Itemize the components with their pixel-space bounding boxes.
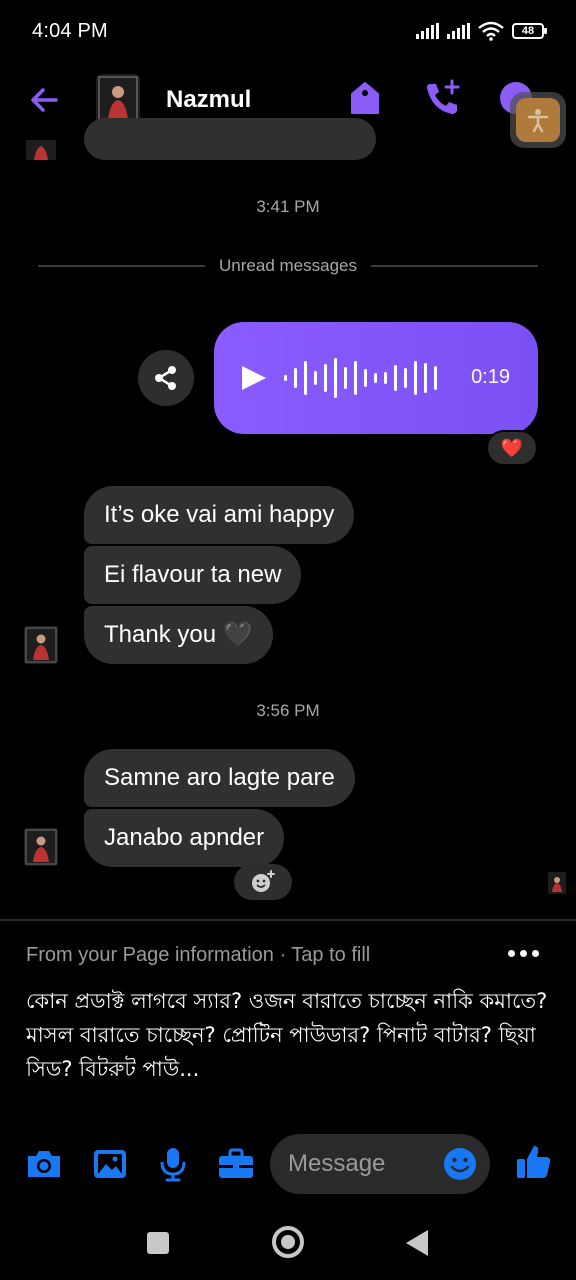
separator xyxy=(0,919,576,921)
recent-apps-button[interactable] xyxy=(147,1232,169,1254)
previous-message-bubble[interactable] xyxy=(84,118,376,160)
unread-label: Unread messages xyxy=(219,256,357,275)
back-arrow-icon[interactable] xyxy=(26,82,62,118)
message-bubble[interactable]: Janabo apnder xyxy=(84,809,285,867)
tag-icon[interactable] xyxy=(348,80,382,116)
wifi-icon xyxy=(478,21,504,41)
suggestion-heading[interactable]: From your Page information · Tap to fill xyxy=(26,944,370,967)
battery-icon: 48 xyxy=(512,23,547,39)
voice-duration: 0:19 xyxy=(471,366,510,388)
message-bubble[interactable]: Thank you 🖤 xyxy=(84,606,273,664)
more-options-icon[interactable] xyxy=(508,946,542,960)
waveform[interactable] xyxy=(284,358,437,398)
status-icons: 48 xyxy=(416,21,547,41)
message-input[interactable] xyxy=(288,1134,438,1194)
signal-icon xyxy=(416,23,439,39)
contact-name[interactable]: Nazmul xyxy=(166,86,251,114)
accessibility-icon xyxy=(516,98,560,142)
home-button[interactable] xyxy=(272,1226,304,1258)
emoji-icon[interactable] xyxy=(442,1146,478,1182)
add-call-icon[interactable] xyxy=(422,78,462,118)
message-bubble[interactable]: Ei flavour ta new xyxy=(84,546,302,604)
sender-avatar[interactable] xyxy=(24,828,58,866)
voice-message-bubble[interactable]: 0:19 xyxy=(214,322,538,434)
status-bar: 4:04 PM 48 xyxy=(0,0,576,62)
heart-reaction[interactable]: ❤️ xyxy=(486,430,538,466)
timestamp: 3:56 PM xyxy=(256,701,320,720)
like-icon[interactable] xyxy=(514,1142,554,1182)
share-icon xyxy=(155,366,176,390)
gallery-icon[interactable] xyxy=(90,1144,130,1184)
play-icon[interactable] xyxy=(242,366,266,390)
signal-icon-2 xyxy=(447,23,470,39)
battery-level: 48 xyxy=(521,25,535,37)
message-input-container[interactable] xyxy=(270,1134,490,1194)
message-bubble[interactable]: It’s oke vai ami happy xyxy=(84,486,355,544)
previous-message-avatar xyxy=(26,140,56,160)
system-back-button[interactable] xyxy=(406,1230,428,1256)
microphone-icon[interactable] xyxy=(153,1144,193,1184)
camera-icon[interactable] xyxy=(24,1144,64,1184)
add-reaction-button[interactable] xyxy=(234,864,292,900)
briefcase-icon[interactable] xyxy=(216,1144,256,1184)
timestamp: 3:41 PM xyxy=(256,197,320,216)
heart-icon: ❤️ xyxy=(500,437,524,458)
accessibility-button[interactable] xyxy=(510,92,566,148)
system-navigation-bar xyxy=(0,1206,576,1280)
suggested-reply[interactable]: কোন প্রডাক্ট লাগবে স্যার? ওজন বারাতে চাচ… xyxy=(26,984,550,1086)
unread-divider: Unread messages xyxy=(38,254,538,278)
share-button[interactable] xyxy=(138,350,194,406)
message-bubble[interactable]: Samne aro lagte pare xyxy=(84,749,355,807)
add-reaction-icon xyxy=(252,870,275,892)
sender-avatar[interactable] xyxy=(24,626,58,664)
composer xyxy=(0,1130,576,1198)
read-receipt-avatar xyxy=(548,872,566,894)
status-time: 4:04 PM xyxy=(32,19,108,42)
